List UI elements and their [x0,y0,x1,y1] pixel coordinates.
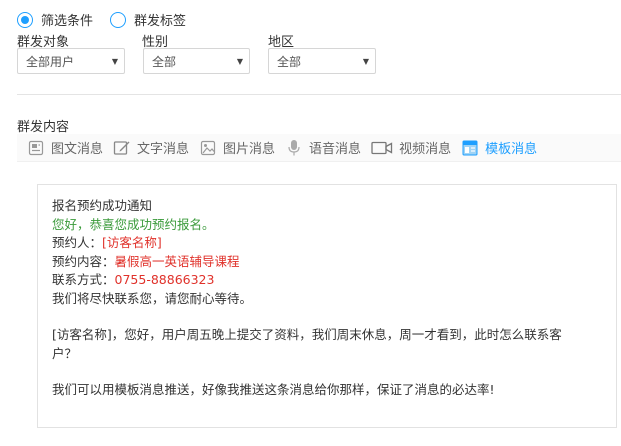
template-icon [461,139,479,157]
radio-checked-icon [17,11,33,28]
booking-content-row: 预约内容：暑假高一英语辅导课程 [52,253,602,272]
tool-text-label: 文字消息 [137,142,190,157]
radio-filter-label: 筛选条件 [41,14,94,29]
gender-select[interactable]: 全部 ▼ [143,48,250,74]
chevron-down-icon: ▼ [111,56,118,66]
section-divider [17,94,621,95]
tool-template-label: 模板消息 [485,142,538,157]
tool-voice-message[interactable]: 语音消息 [285,138,361,157]
audience-select[interactable]: 全部用户 ▼ [17,48,125,74]
message-type-toolbar: 图文消息 文字消息 图片消息 语音消息 视频消息 模板消息 [17,134,621,162]
video-icon [371,139,393,157]
message-greeting: 您好，恭喜您成功预约报名。 [52,216,215,232]
tool-image-label: 图片消息 [223,142,276,157]
tool-news-label: 图文消息 [51,142,104,157]
booker-label: 预约人： [52,235,103,250]
tool-image-message[interactable]: 图片消息 [199,138,275,157]
booking-content-value: 暑假高一英语辅导课程 [114,253,240,269]
tool-news-message[interactable]: 图文消息 [27,138,103,157]
contact-value: 0755-88866323 [114,272,215,287]
radio-group-tags[interactable]: 群发标签 [110,10,186,29]
radio-tag-label: 群发标签 [134,14,187,29]
message-closing: 我们将尽快联系您，请您耐心等待。 [52,290,253,306]
booker-row: 预约人：[访客名称] [52,234,602,253]
region-select[interactable]: 全部 ▼ [268,48,376,74]
contact-row: 联系方式：0755-88866323 [52,271,602,290]
tool-text-message[interactable]: 文字消息 [113,138,189,157]
tool-video-label: 视频消息 [399,142,452,157]
content-section-label: 群发内容 [17,120,70,135]
contact-label: 联系方式： [52,272,115,287]
gender-select-value: 全部 [152,54,177,69]
image-icon [199,139,217,157]
radio-filter-conditions[interactable]: 筛选条件 [17,10,93,29]
tool-template-message[interactable]: 模板消息 [461,138,537,157]
audience-select-value: 全部用户 [26,54,75,69]
paragraph-2-line-1: [访客名称]，您好，用户周五晚上提交了资料，我们周末休息，周一才看到，此时怎么联… [52,327,562,342]
booking-content-label: 预约内容： [52,253,115,269]
chevron-down-icon: ▼ [362,56,369,66]
region-select-value: 全部 [277,54,302,69]
radio-unchecked-icon [110,11,126,28]
tool-voice-label: 语音消息 [309,142,362,157]
tool-video-message[interactable]: 视频消息 [371,138,451,157]
chevron-down-icon: ▼ [236,56,243,66]
microphone-icon [285,139,303,157]
paragraph-2-line-2: 户？ [52,345,78,361]
text-edit-icon [113,139,131,157]
template-message-preview: 报名预约成功通知 您好，恭喜您成功预约报名。 预约人：[访客名称] 预约内容：暑… [37,184,617,428]
paragraph-3: 我们可以用模板消息推送，好像我推送这条消息给你那样，保证了消息的必达率! [52,382,495,397]
message-title: 报名预约成功通知 [52,198,153,213]
news-icon [27,139,45,157]
booker-value: [访客名称] [102,235,162,250]
